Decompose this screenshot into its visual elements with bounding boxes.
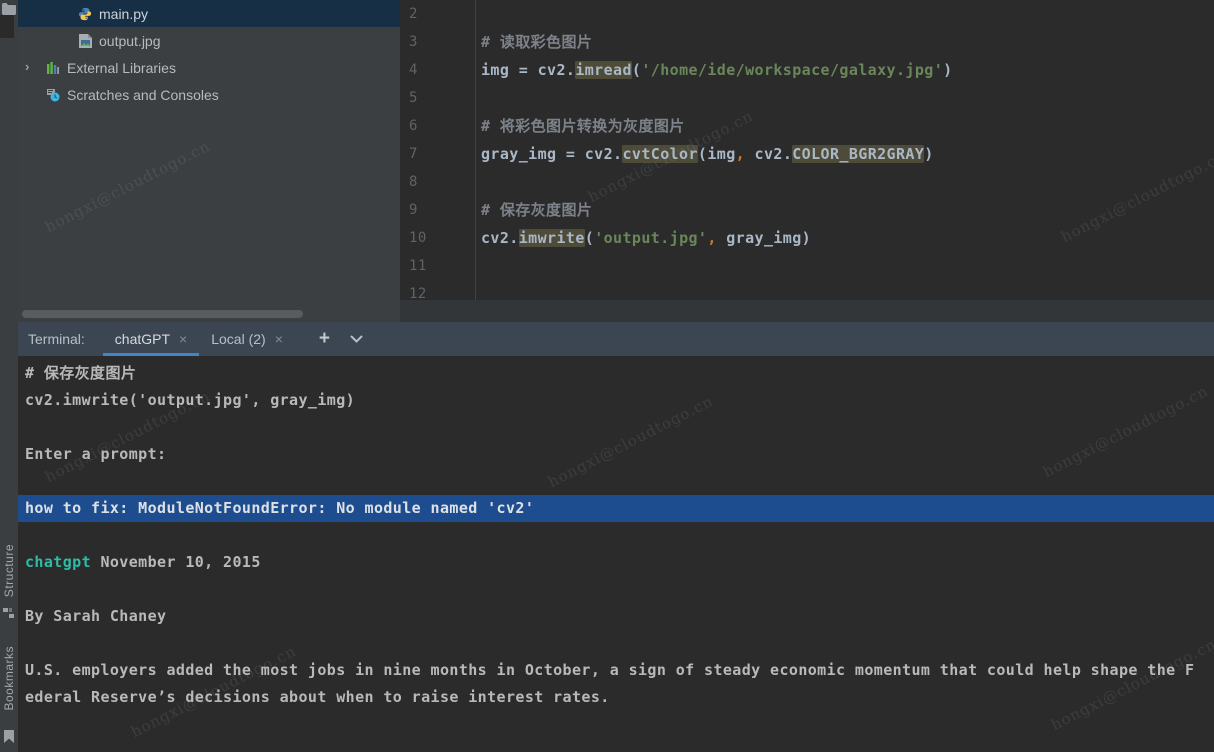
add-tab-icon[interactable]: + bbox=[319, 328, 330, 350]
terminal-body-text[interactable]: ederal Reserve’s decisions about when to… bbox=[18, 684, 1214, 711]
tree-item-label: output.jpg bbox=[99, 33, 161, 49]
code-line[interactable]: 4 img = cv2.imread('/home/ide/workspace/… bbox=[400, 56, 1214, 84]
terminal-line[interactable] bbox=[18, 576, 1214, 603]
terminal-line[interactable] bbox=[18, 522, 1214, 549]
tree-item-main-py[interactable]: main.py bbox=[18, 0, 400, 27]
code-line[interactable]: 3 # 读取彩色图片 bbox=[400, 28, 1214, 56]
terminal-label: Terminal: bbox=[28, 331, 85, 347]
tree-item-label: main.py bbox=[99, 6, 148, 22]
bookmarks-icon[interactable] bbox=[3, 730, 15, 748]
line-number: 6 bbox=[400, 112, 475, 140]
gutter-separator bbox=[475, 0, 476, 300]
terminal-chatgpt-header-line[interactable]: chatgpt November 10, 2015 bbox=[18, 549, 1214, 576]
tree-item-output-jpg[interactable]: output.jpg bbox=[18, 27, 400, 54]
terminal-tab-bar: Terminal: chatGPT × Local (2) × + bbox=[18, 322, 1214, 356]
tab-chatgpt[interactable]: chatGPT × bbox=[103, 322, 199, 356]
tree-item-label: Scratches and Consoles bbox=[67, 87, 219, 103]
chevron-right-icon[interactable]: › bbox=[25, 59, 39, 74]
line-number: 2 bbox=[400, 0, 475, 28]
line-number: 3 bbox=[400, 28, 475, 56]
tree-item-label: External Libraries bbox=[67, 60, 176, 76]
code-line[interactable]: 2 bbox=[400, 0, 1214, 28]
code-line[interactable]: 12 bbox=[400, 280, 1214, 300]
tree-item-scratches[interactable]: Scratches and Consoles bbox=[18, 81, 400, 108]
line-number: 8 bbox=[400, 168, 475, 196]
project-tree-panel: main.py output.jpg › External Libraries bbox=[18, 0, 400, 322]
chatgpt-source-label: chatgpt bbox=[25, 553, 91, 571]
code-line[interactable]: 6 # 将彩色图片转换为灰度图片 bbox=[400, 112, 1214, 140]
line-number: 7 bbox=[400, 140, 475, 168]
line-number: 12 bbox=[400, 280, 475, 300]
code-line[interactable]: 5 bbox=[400, 84, 1214, 112]
code-line[interactable]: 9 # 保存灰度图片 bbox=[400, 196, 1214, 224]
code-line[interactable]: 10 cv2.imwrite('output.jpg', gray_img) bbox=[400, 224, 1214, 252]
line-number: 10 bbox=[400, 224, 475, 252]
python-file-icon bbox=[77, 6, 93, 22]
bookmarks-tool-button[interactable]: Bookmarks bbox=[2, 646, 16, 711]
scratches-icon bbox=[45, 87, 61, 103]
terminal-output[interactable]: # 保存灰度图片 cv2.imwrite('output.jpg', gray_… bbox=[18, 356, 1214, 752]
code-line[interactable]: 8 bbox=[400, 168, 1214, 196]
structure-tool-button[interactable]: Structure bbox=[2, 544, 16, 597]
terminal-line[interactable]: # 保存灰度图片 bbox=[18, 360, 1214, 387]
project-horizontal-scrollbar[interactable] bbox=[22, 310, 303, 318]
line-number: 9 bbox=[400, 196, 475, 224]
left-tool-stripe: Structure Bookmarks bbox=[0, 0, 18, 752]
terminal-line[interactable] bbox=[18, 414, 1214, 441]
code-line[interactable]: 11 bbox=[400, 252, 1214, 280]
tree-item-external-libraries[interactable]: › External Libraries bbox=[18, 54, 400, 81]
terminal-line[interactable]: Enter a prompt: bbox=[18, 441, 1214, 468]
structure-icon[interactable] bbox=[3, 606, 15, 624]
project-folder-icon[interactable] bbox=[2, 2, 16, 14]
line-number: 11 bbox=[400, 252, 475, 280]
terminal-body-text[interactable]: U.S. employers added the most jobs in ni… bbox=[18, 657, 1214, 684]
chevron-down-icon[interactable] bbox=[350, 335, 363, 344]
terminal-line[interactable]: cv2.imwrite('output.jpg', gray_img) bbox=[18, 387, 1214, 414]
external-libraries-icon bbox=[45, 60, 61, 76]
terminal-selected-prompt-line[interactable]: how to fix: ModuleNotFoundError: No modu… bbox=[18, 495, 1214, 522]
tab-local-2[interactable]: Local (2) × bbox=[199, 322, 295, 356]
close-icon[interactable]: × bbox=[275, 331, 283, 347]
terminal-byline[interactable]: By Sarah Chaney bbox=[18, 603, 1214, 630]
line-number: 4 bbox=[400, 56, 475, 84]
terminal-line[interactable] bbox=[18, 468, 1214, 495]
code-editor[interactable]: 2 3 # 读取彩色图片 4 img = cv2.imread('/home/i… bbox=[400, 0, 1214, 300]
line-number: 5 bbox=[400, 84, 475, 112]
code-line[interactable]: 7 gray_img = cv2.cvtColor(img, cv2.COLOR… bbox=[400, 140, 1214, 168]
terminal-line[interactable] bbox=[18, 630, 1214, 657]
close-icon[interactable]: × bbox=[179, 331, 187, 347]
image-file-icon bbox=[77, 33, 93, 49]
tool-stripe-slot bbox=[0, 15, 14, 38]
editor-bottom-strip bbox=[400, 300, 1214, 322]
